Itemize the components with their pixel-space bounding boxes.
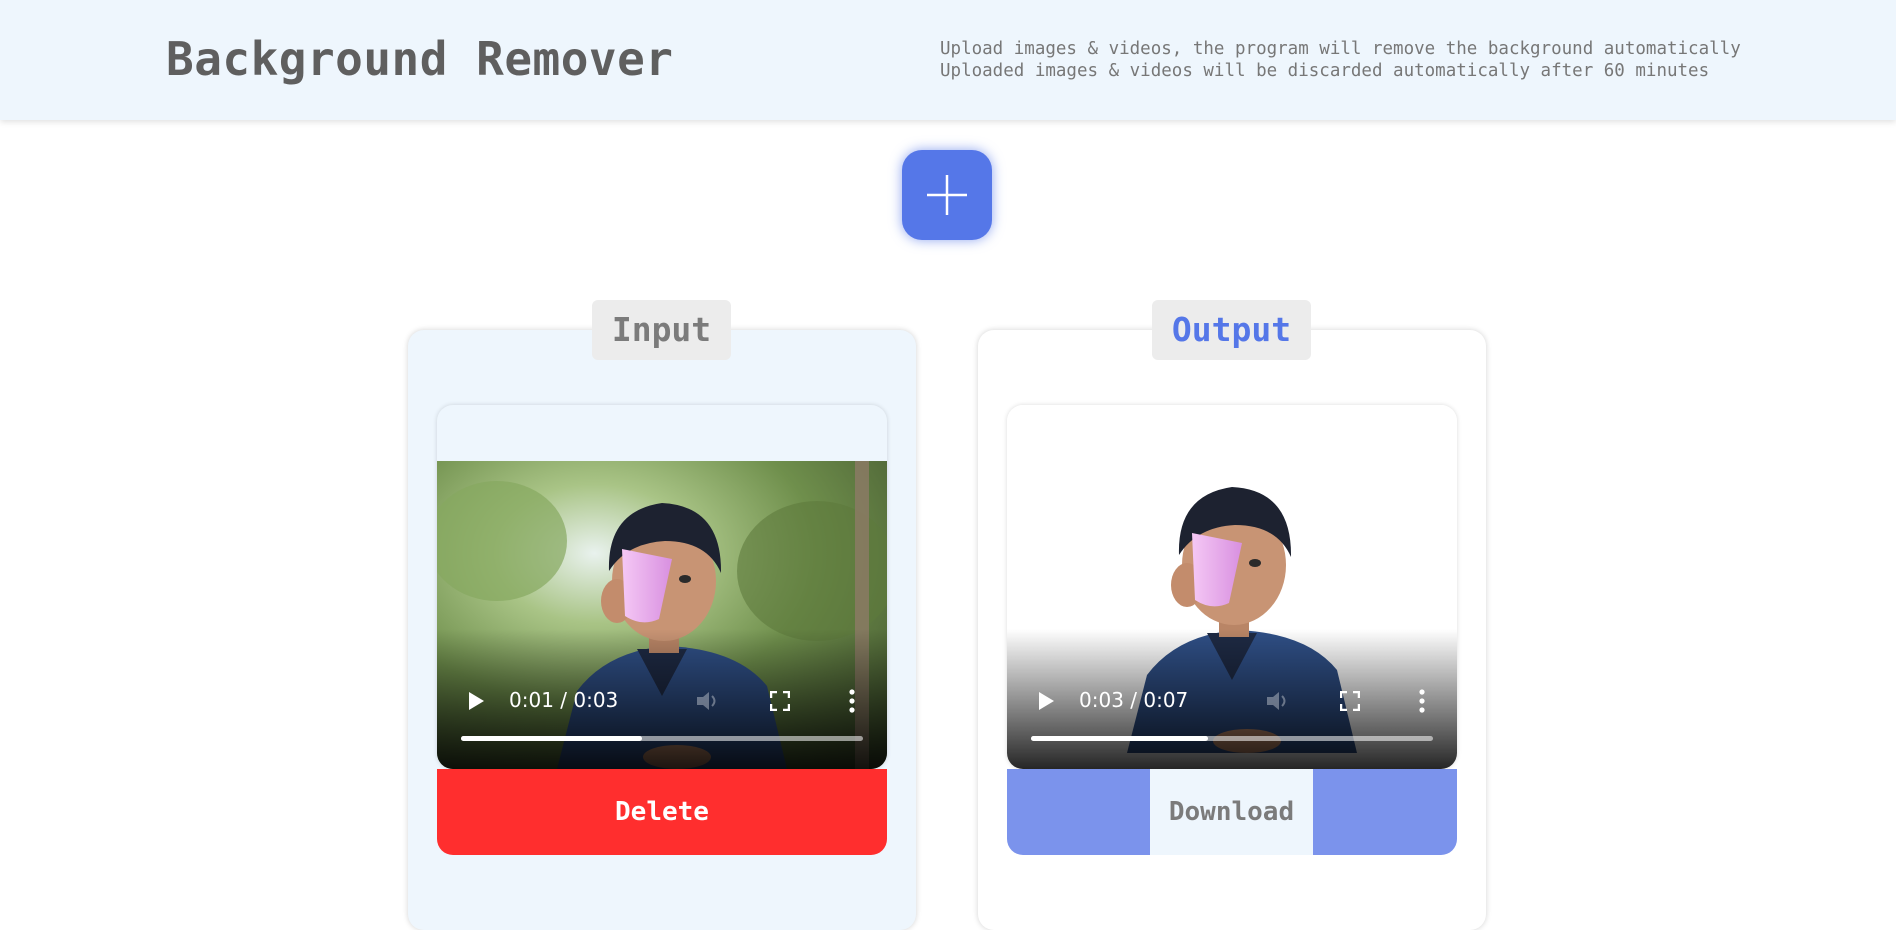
progress-fill (461, 736, 642, 741)
progress-bar[interactable] (461, 736, 863, 741)
output-label: Output (1152, 300, 1311, 360)
upload-add-button[interactable] (902, 150, 992, 240)
volume-icon[interactable] (695, 689, 721, 713)
header-info: Upload images & videos, the program will… (940, 38, 1741, 82)
download-button[interactable]: Download (1150, 769, 1313, 855)
time-display: 0:03 / 0:07 (1079, 688, 1189, 712)
app-header: Background Remover Upload images & video… (0, 0, 1896, 120)
info-line-discard: Uploaded images & videos will be discard… (940, 61, 1710, 81)
plus-icon (927, 175, 967, 215)
info-line-upload: Upload images & videos, the program will… (940, 39, 1741, 59)
delete-button[interactable]: Delete (437, 769, 887, 855)
fullscreen-icon[interactable] (770, 691, 790, 711)
play-icon[interactable] (465, 690, 487, 712)
app-title: Background Remover (166, 32, 674, 86)
video-controls (437, 629, 887, 769)
download-bar: Download (1007, 769, 1457, 855)
fullscreen-icon[interactable] (1340, 691, 1360, 711)
video-controls (1007, 629, 1457, 769)
more-options-icon[interactable] (849, 689, 855, 713)
input-video-player[interactable]: 0:01 / 0:03 (437, 405, 887, 769)
progress-bar[interactable] (1031, 736, 1433, 741)
time-display: 0:01 / 0:03 (509, 688, 619, 712)
output-video-player[interactable]: 0:03 / 0:07 (1007, 405, 1457, 769)
input-label: Input (592, 300, 731, 360)
play-icon[interactable] (1035, 690, 1057, 712)
more-options-icon[interactable] (1419, 689, 1425, 713)
progress-fill (1031, 736, 1208, 741)
volume-icon[interactable] (1265, 689, 1291, 713)
